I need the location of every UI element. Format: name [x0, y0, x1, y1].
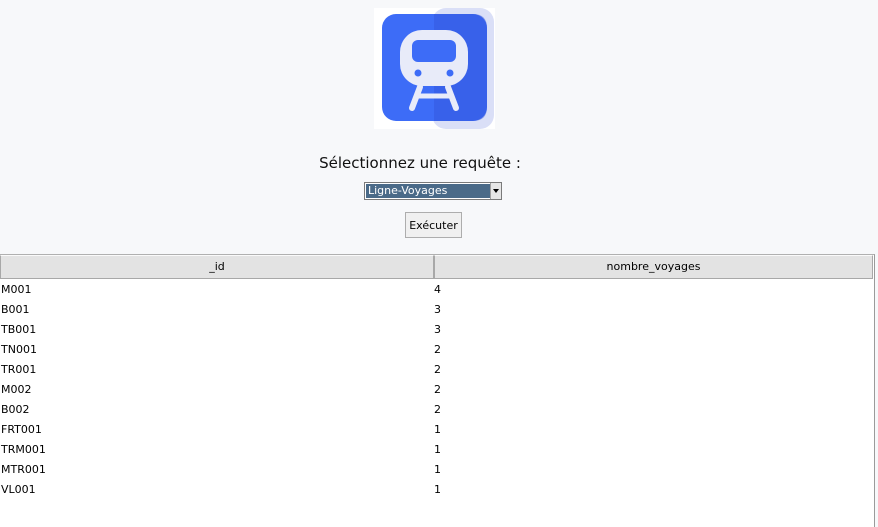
- cell-id: TRM001: [1, 443, 46, 456]
- query-select[interactable]: Ligne-Voyages: [364, 182, 502, 200]
- table-row[interactable]: TRM001 1: [0, 440, 874, 460]
- query-select-value: Ligne-Voyages: [366, 184, 490, 198]
- table-row[interactable]: VL001 1: [0, 480, 874, 500]
- table-row[interactable]: B001 3: [0, 300, 874, 320]
- table-row[interactable]: TB001 3: [0, 320, 874, 340]
- cell-count: 2: [434, 343, 441, 356]
- table-body: M001 4 B001 3 TB001 3 TN001 2 TR001 2 M0…: [0, 280, 874, 500]
- cell-count: 3: [434, 323, 441, 336]
- table-row[interactable]: FRT001 1: [0, 420, 874, 440]
- cell-count: 3: [434, 303, 441, 316]
- train-icon: [382, 8, 494, 129]
- column-header-id[interactable]: _id: [0, 255, 434, 279]
- cell-id: VL001: [1, 483, 36, 496]
- execute-button[interactable]: Exécuter: [405, 212, 462, 238]
- table-row[interactable]: M002 2: [0, 380, 874, 400]
- column-header-nombre-voyages[interactable]: nombre_voyages: [434, 255, 873, 279]
- table-header: _id nombre_voyages: [0, 255, 874, 280]
- table-row[interactable]: B002 2: [0, 400, 874, 420]
- cell-count: 1: [434, 423, 441, 436]
- cell-count: 1: [434, 483, 441, 496]
- table-row[interactable]: M001 4: [0, 280, 874, 300]
- cell-id: B002: [1, 403, 30, 416]
- cell-id: TR001: [1, 363, 37, 376]
- cell-count: 2: [434, 403, 441, 416]
- cell-id: FRT001: [1, 423, 42, 436]
- cell-count: 2: [434, 383, 441, 396]
- chevron-down-icon[interactable]: [490, 183, 501, 199]
- cell-count: 4: [434, 283, 441, 296]
- table-row[interactable]: TR001 2: [0, 360, 874, 380]
- app-logo: [374, 8, 495, 129]
- table-row[interactable]: TN001 2: [0, 340, 874, 360]
- results-table: _id nombre_voyages M001 4 B001 3 TB001 3…: [0, 254, 875, 527]
- cell-count: 1: [434, 443, 441, 456]
- cell-id: M002: [1, 383, 32, 396]
- cell-id: B001: [1, 303, 30, 316]
- cell-count: 1: [434, 463, 441, 476]
- cell-id: TB001: [1, 323, 37, 336]
- cell-id: MTR001: [1, 463, 46, 476]
- cell-count: 2: [434, 363, 441, 376]
- cell-id: M001: [1, 283, 32, 296]
- cell-id: TN001: [1, 343, 37, 356]
- table-row[interactable]: MTR001 1: [0, 460, 874, 480]
- query-prompt-label: Sélectionnez une requête :: [319, 154, 521, 172]
